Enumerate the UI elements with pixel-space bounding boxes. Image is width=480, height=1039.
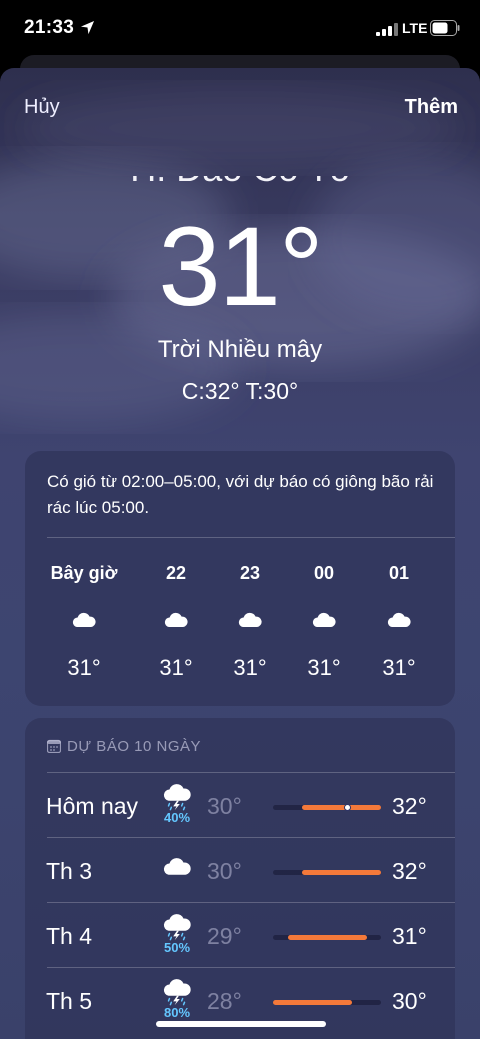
cloud-icon bbox=[163, 858, 191, 875]
temp-range-bar bbox=[273, 935, 381, 940]
day-name: Th 5 bbox=[46, 988, 93, 1014]
day-low-temp: 29° bbox=[207, 923, 242, 949]
day-high-temp: 30° bbox=[392, 988, 427, 1014]
cloud-icon bbox=[238, 612, 262, 627]
day-low-temp: 30° bbox=[207, 858, 242, 884]
temp-range-fill bbox=[287, 935, 367, 940]
add-button[interactable]: Thêm bbox=[405, 96, 458, 119]
daily-forecast-card[interactable]: DỰ BÁO 10 NGÀY Hôm nay 40% 30° 32° Th 3 30° 32… bbox=[25, 718, 455, 1039]
day-name: Th 3 bbox=[46, 858, 93, 884]
hourly-forecast-card[interactable]: Có gió từ 02:00–05:00, với dự báo có giô… bbox=[25, 451, 455, 706]
precip-chance: 50% bbox=[163, 940, 191, 955]
current-condition: Trời Nhiều mây bbox=[157, 336, 323, 363]
day-weather bbox=[155, 855, 199, 885]
temp-range-fill bbox=[273, 1000, 352, 1005]
day-high-temp: 31° bbox=[392, 923, 427, 949]
hour-column: 00 31° bbox=[284, 563, 364, 681]
home-indicator[interactable] bbox=[156, 1021, 326, 1027]
temp-range-fill bbox=[302, 870, 381, 875]
cloud-icon bbox=[387, 612, 411, 627]
cloud-icon bbox=[312, 612, 336, 627]
day-high-temp: 32° bbox=[392, 793, 427, 819]
day-weather: 50% bbox=[155, 911, 199, 955]
day-row[interactable]: Hôm nay 40% 30° 32° bbox=[25, 773, 455, 837]
day-row[interactable]: Th 3 30° 32° bbox=[25, 838, 455, 902]
calendar-icon bbox=[47, 739, 61, 753]
current-temp-dot bbox=[344, 804, 351, 811]
hour-label: 23 bbox=[239, 563, 261, 583]
hour-temperature: 31° bbox=[382, 655, 416, 680]
thunderstorm-icon bbox=[163, 914, 191, 941]
status-bar: 21:33 LTE bbox=[0, 0, 480, 60]
daily-header-label: DỰ BÁO 10 NGÀY bbox=[67, 738, 202, 755]
current-temperature: 31° bbox=[158, 204, 323, 329]
hour-temperature: 31° bbox=[67, 655, 101, 680]
daily-header: DỰ BÁO 10 NGÀY bbox=[47, 738, 201, 755]
forecast-summary: Có gió từ 02:00–05:00, với dự báo có giô… bbox=[47, 472, 434, 517]
hour-column: 22 31° bbox=[136, 563, 216, 681]
hour-column: 01 31° bbox=[359, 563, 439, 681]
divider bbox=[47, 537, 455, 538]
weather-sheet: Hủy Thêm H. Đảo Cô Tô 31° Trời Nhiều mây… bbox=[0, 68, 480, 1039]
thunderstorm-icon bbox=[163, 784, 191, 811]
day-high-temp: 32° bbox=[392, 858, 427, 884]
cloud-icon bbox=[164, 612, 188, 627]
cancel-button[interactable]: Hủy bbox=[24, 96, 60, 119]
day-name: Hôm nay bbox=[46, 793, 139, 819]
precip-chance: 80% bbox=[163, 1005, 191, 1020]
location-arrow-icon bbox=[80, 20, 95, 35]
battery-icon bbox=[430, 20, 460, 36]
hour-column: Bây giờ 31° bbox=[44, 563, 124, 681]
temp-range-bar bbox=[273, 1000, 381, 1005]
temp-range-fill bbox=[302, 805, 381, 810]
temp-range-bar bbox=[273, 804, 381, 811]
hour-column: 23 31° bbox=[210, 563, 290, 681]
day-row[interactable]: Th 4 50% 29° 31° bbox=[25, 903, 455, 967]
hour-temperature: 31° bbox=[159, 655, 193, 680]
day-name: Th 4 bbox=[46, 923, 93, 949]
day-weather: 40% bbox=[155, 781, 199, 825]
day-low-temp: 30° bbox=[207, 793, 242, 819]
thunderstorm-icon bbox=[163, 979, 191, 1006]
day-low-temp: 28° bbox=[207, 988, 242, 1014]
network-type: LTE bbox=[402, 20, 428, 36]
cloud-icon bbox=[72, 612, 96, 627]
day-weather: 80% bbox=[155, 976, 199, 1020]
hour-label: 01 bbox=[388, 563, 410, 583]
precip-chance: 40% bbox=[163, 810, 191, 825]
signal-icon bbox=[376, 23, 398, 36]
hour-temperature: 31° bbox=[233, 655, 267, 680]
hour-label: Bây giờ bbox=[50, 563, 118, 583]
hour-temperature: 31° bbox=[307, 655, 341, 680]
location-name: H. Đảo Cô Tô bbox=[0, 176, 480, 190]
temp-range-bar bbox=[273, 870, 381, 875]
status-time: 21:33 bbox=[24, 17, 75, 38]
hour-label: 22 bbox=[165, 563, 187, 583]
high-low: C:32° T:30° bbox=[181, 378, 299, 404]
hour-label: 00 bbox=[313, 563, 335, 583]
